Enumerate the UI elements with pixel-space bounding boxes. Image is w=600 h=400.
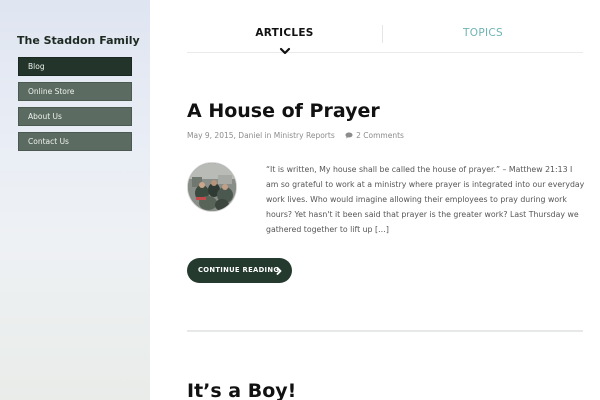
tab-topics[interactable]: TOPICS [383,20,583,52]
chevron-down-icon [279,47,291,55]
nav-item-about-us[interactable]: About Us [18,107,132,126]
nav-item-blog[interactable]: Blog [18,57,132,76]
chevron-right-icon [276,267,282,275]
post-divider [187,330,583,332]
nav-item-contact-us[interactable]: Contact Us [18,132,132,151]
content-tabs: ARTICLES TOPICS [187,20,583,55]
post-author-category[interactable]: , Daniel in Ministry Reports [234,131,335,140]
sidebar: The Staddon Family Blog Online Store Abo… [0,0,150,400]
continue-reading-button[interactable]: CONTINUE READING [187,258,292,283]
post-date[interactable]: May 9, 2015 [187,131,234,140]
post-excerpt: “It is written, My house shall be called… [266,165,585,234]
post-title[interactable]: A House of Prayer [187,100,380,122]
post-thumbnail[interactable] [187,162,237,212]
continue-reading-label: CONTINUE READING [198,266,280,274]
comment-icon [345,132,353,139]
post-thumbnail-image [188,163,236,211]
post-title[interactable]: It’s a Boy! [187,380,296,400]
post-comments[interactable]: 2 Comments [345,131,404,140]
main-content: ARTICLES TOPICS A House of Prayer May 9,… [150,0,600,400]
nav-item-online-store[interactable]: Online Store [18,82,132,101]
comments-count: 2 Comments [356,131,404,140]
site-title[interactable]: The Staddon Family [17,34,147,47]
sidebar-nav: Blog Online Store About Us Contact Us [18,57,132,157]
post-meta: May 9, 2015, Daniel in Ministry Reports … [187,131,404,140]
